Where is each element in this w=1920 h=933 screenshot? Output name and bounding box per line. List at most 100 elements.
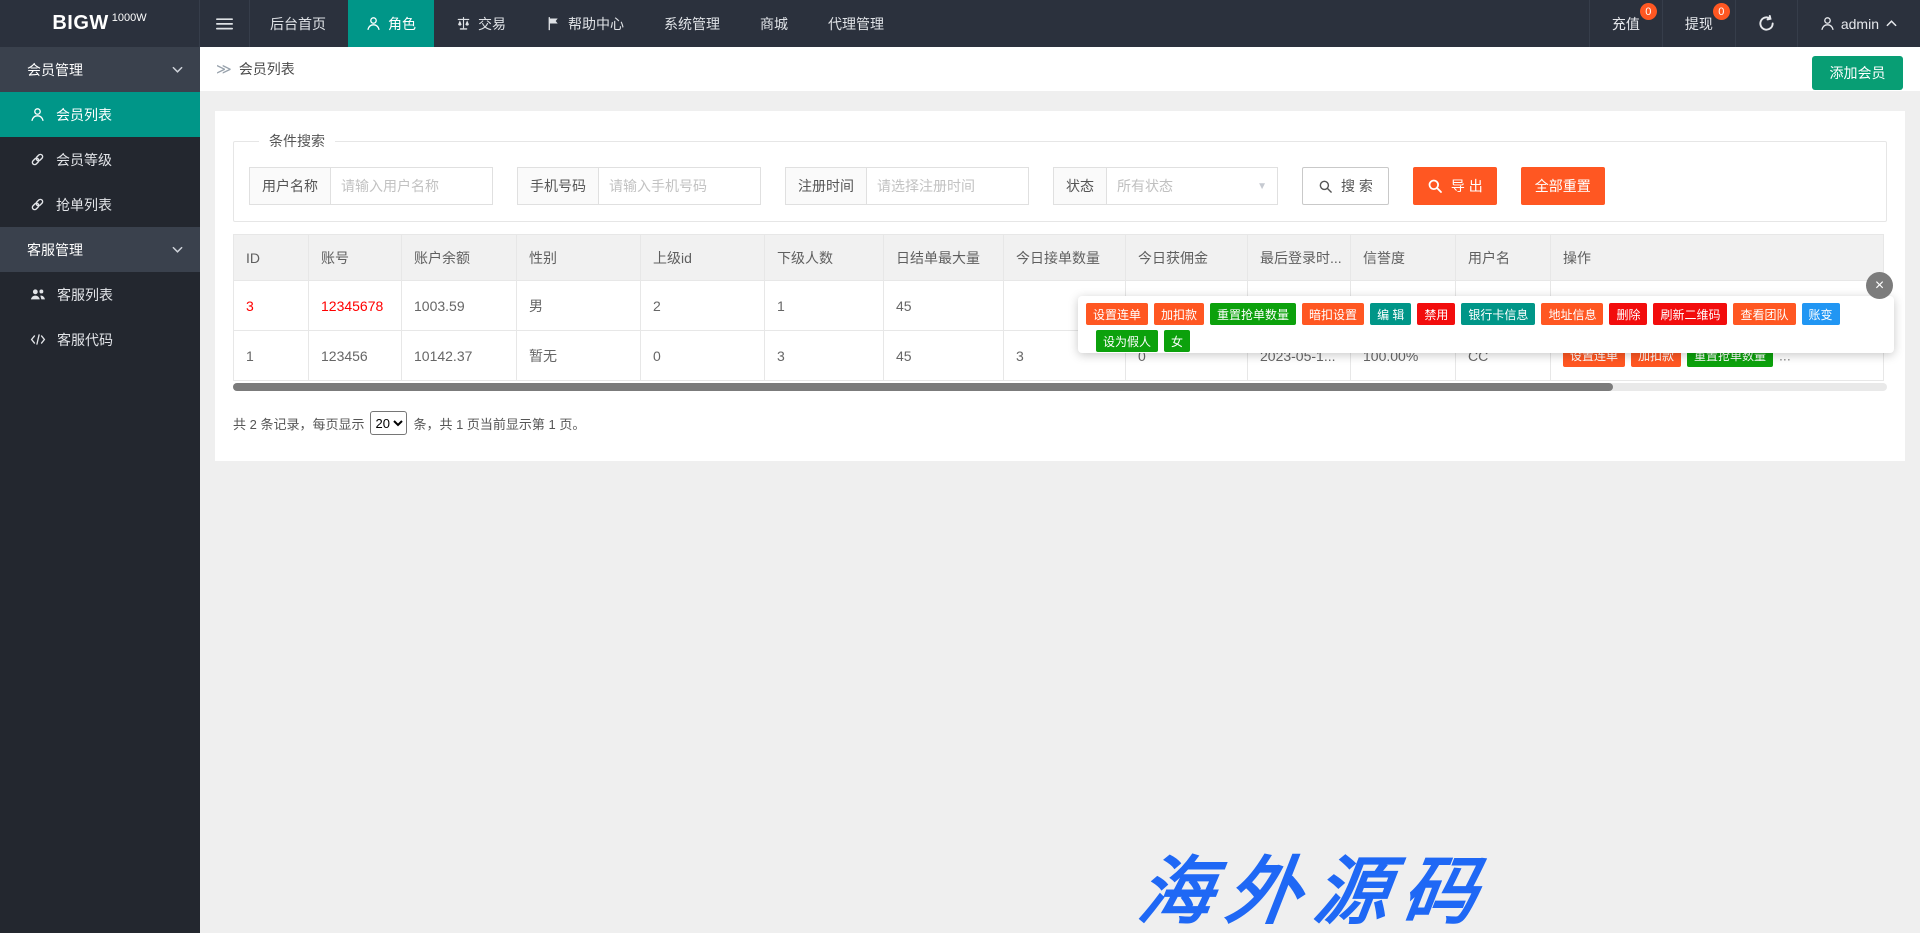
cell-subordinates: 3 xyxy=(765,331,884,381)
search-row: 用户名称手机号码注册时间 状态 所有状态 ▼ 搜 xyxy=(249,167,1871,205)
nav-item-3[interactable]: 帮助中心 xyxy=(528,0,642,47)
brand-name: BIGW xyxy=(52,12,108,35)
cell-value: 10142.37 xyxy=(414,348,472,364)
search-button-label: 搜 索 xyxy=(1341,176,1373,196)
cell-value: 1 xyxy=(246,348,254,364)
nav-right-label: 充值 xyxy=(1612,14,1640,34)
nav-right: 充值0提现0 admin xyxy=(1589,0,1920,47)
search-field-input[interactable] xyxy=(598,167,761,205)
sidebar-item[interactable]: 客服列表 xyxy=(0,272,200,317)
watermark-text: 海外源码 xyxy=(1132,832,1499,933)
row-actions-popup: 设置连单加扣款重置抢单数量暗扣设置编 辑禁用银行卡信息地址信息删除刷新二维码查看… xyxy=(1078,296,1894,353)
cell-id: 1 xyxy=(234,331,309,381)
people-icon xyxy=(30,287,46,302)
reset-all-button[interactable]: 全部重置 xyxy=(1521,167,1605,205)
user-name: admin xyxy=(1841,16,1879,32)
nav-item-6[interactable]: 代理管理 xyxy=(810,0,902,47)
nav-item-label: 后台首页 xyxy=(270,14,326,34)
status-field-label: 状态 xyxy=(1053,167,1106,205)
nav-item-0[interactable]: 后台首页 xyxy=(252,0,344,47)
main-area: ≫ 会员列表 添加会员 条件搜索 用户名称手机号码注册时间 状态 所有状态 ▼ xyxy=(200,47,1920,933)
nav-item-label: 角色 xyxy=(388,14,416,34)
popup-action-button[interactable]: 编 辑 xyxy=(1370,303,1411,325)
popup-action-button[interactable]: 设为假人 xyxy=(1096,330,1158,352)
popup-action-button[interactable]: 银行卡信息 xyxy=(1461,303,1535,325)
popup-action-button[interactable]: 加扣款 xyxy=(1154,303,1204,325)
sidebar-item[interactable]: 抢单列表 xyxy=(0,182,200,227)
search-field-input[interactable] xyxy=(866,167,1029,205)
popup-action-button[interactable]: 女 xyxy=(1164,330,1190,352)
column-header: 下级人数 xyxy=(765,235,884,281)
cell-subordinates: 1 xyxy=(765,281,884,331)
nav-item-label: 系统管理 xyxy=(664,14,720,34)
flag-icon xyxy=(546,16,561,31)
refresh-button[interactable] xyxy=(1735,0,1797,47)
sidebar-group-1[interactable]: 客服管理 xyxy=(0,227,200,272)
close-icon[interactable]: × xyxy=(1866,272,1893,299)
search-field-0: 用户名称 xyxy=(249,167,493,205)
sidebar-group-label: 客服管理 xyxy=(27,240,83,260)
search-field-input[interactable] xyxy=(330,167,493,205)
popup-action-button[interactable]: 重置抢单数量 xyxy=(1210,303,1296,325)
nav-right-link-1[interactable]: 提现0 xyxy=(1662,0,1735,47)
cell-gender: 男 xyxy=(517,281,641,331)
hamburger-icon xyxy=(216,17,233,31)
cell-daily_max: 45 xyxy=(884,281,1004,331)
page: BIGW 1000W 后台首页角色交易帮助中心系统管理商城代理管理 充值0提现0… xyxy=(0,0,1920,933)
column-header: 操作 xyxy=(1551,235,1884,281)
search-field-2: 注册时间 xyxy=(785,167,1029,205)
column-header: ID xyxy=(234,235,309,281)
column-header: 账户余额 xyxy=(402,235,517,281)
cell-daily_max: 45 xyxy=(884,331,1004,381)
search-field-label: 用户名称 xyxy=(249,167,330,205)
sidebar-group-0[interactable]: 会员管理 xyxy=(0,47,200,92)
popup-action-button[interactable]: 刷新二维码 xyxy=(1653,303,1727,325)
scrollbar-thumb[interactable] xyxy=(233,383,1613,391)
search-button[interactable]: 搜 索 xyxy=(1302,167,1389,205)
cell-value: 1 xyxy=(777,298,785,314)
page-size-select[interactable]: 20 xyxy=(370,411,407,435)
code-icon xyxy=(30,333,46,346)
nav-item-4[interactable]: 系统管理 xyxy=(646,0,738,47)
nav-item-label: 商城 xyxy=(760,14,788,34)
popup-action-button[interactable]: 地址信息 xyxy=(1541,303,1603,325)
notification-badge: 0 xyxy=(1640,3,1657,20)
popup-action-button[interactable]: 查看团队 xyxy=(1733,303,1795,325)
sidebar-toggle-button[interactable] xyxy=(200,0,250,47)
nav-item-2[interactable]: 交易 xyxy=(438,0,524,47)
sidebar-item[interactable]: 会员等级 xyxy=(0,137,200,182)
cell-gender: 暂无 xyxy=(517,331,641,381)
user-menu[interactable]: admin xyxy=(1797,0,1920,47)
cell-value: 1003.59 xyxy=(414,298,465,314)
sidebar-group-label: 会员管理 xyxy=(27,60,83,80)
popup-action-button[interactable]: 删除 xyxy=(1609,303,1647,325)
popup-action-button[interactable]: 设置连单 xyxy=(1086,303,1148,325)
sidebar-item-label: 客服代码 xyxy=(57,330,113,350)
nav-item-1[interactable]: 角色 xyxy=(348,0,434,47)
status-select[interactable]: 所有状态 ▼ xyxy=(1106,167,1278,205)
top-navbar: BIGW 1000W 后台首页角色交易帮助中心系统管理商城代理管理 充值0提现0… xyxy=(0,0,1920,47)
nav-item-label: 交易 xyxy=(478,14,506,34)
sidebar-item-label: 客服列表 xyxy=(57,285,113,305)
add-member-button[interactable]: 添加会员 xyxy=(1812,56,1903,90)
popup-action-button[interactable]: 暗扣设置 xyxy=(1302,303,1364,325)
search-panel: 条件搜索 用户名称手机号码注册时间 状态 所有状态 ▼ xyxy=(233,131,1887,222)
cell-balance: 1003.59 xyxy=(402,281,517,331)
notification-badge: 0 xyxy=(1713,3,1730,20)
nav-right-label: 提现 xyxy=(1685,14,1713,34)
cell-value: 3 xyxy=(777,348,785,364)
nav-item-5[interactable]: 商城 xyxy=(742,0,806,47)
search-icon xyxy=(1318,179,1333,194)
column-header: 用户名 xyxy=(1456,235,1551,281)
link-icon xyxy=(30,197,45,212)
nav-right-link-0[interactable]: 充值0 xyxy=(1589,0,1662,47)
sidebar-item[interactable]: 客服代码 xyxy=(0,317,200,362)
export-button[interactable]: 导 出 xyxy=(1413,167,1497,205)
popup-action-button[interactable]: 禁用 xyxy=(1417,303,1455,325)
popup-action-button[interactable]: 账变 xyxy=(1802,303,1840,325)
cell-value: 3 xyxy=(246,298,254,314)
caret-down-icon: ▼ xyxy=(1257,181,1267,192)
link-icon xyxy=(30,152,45,167)
search-field-1: 手机号码 xyxy=(517,167,761,205)
sidebar-item[interactable]: 会员列表 xyxy=(0,92,200,137)
